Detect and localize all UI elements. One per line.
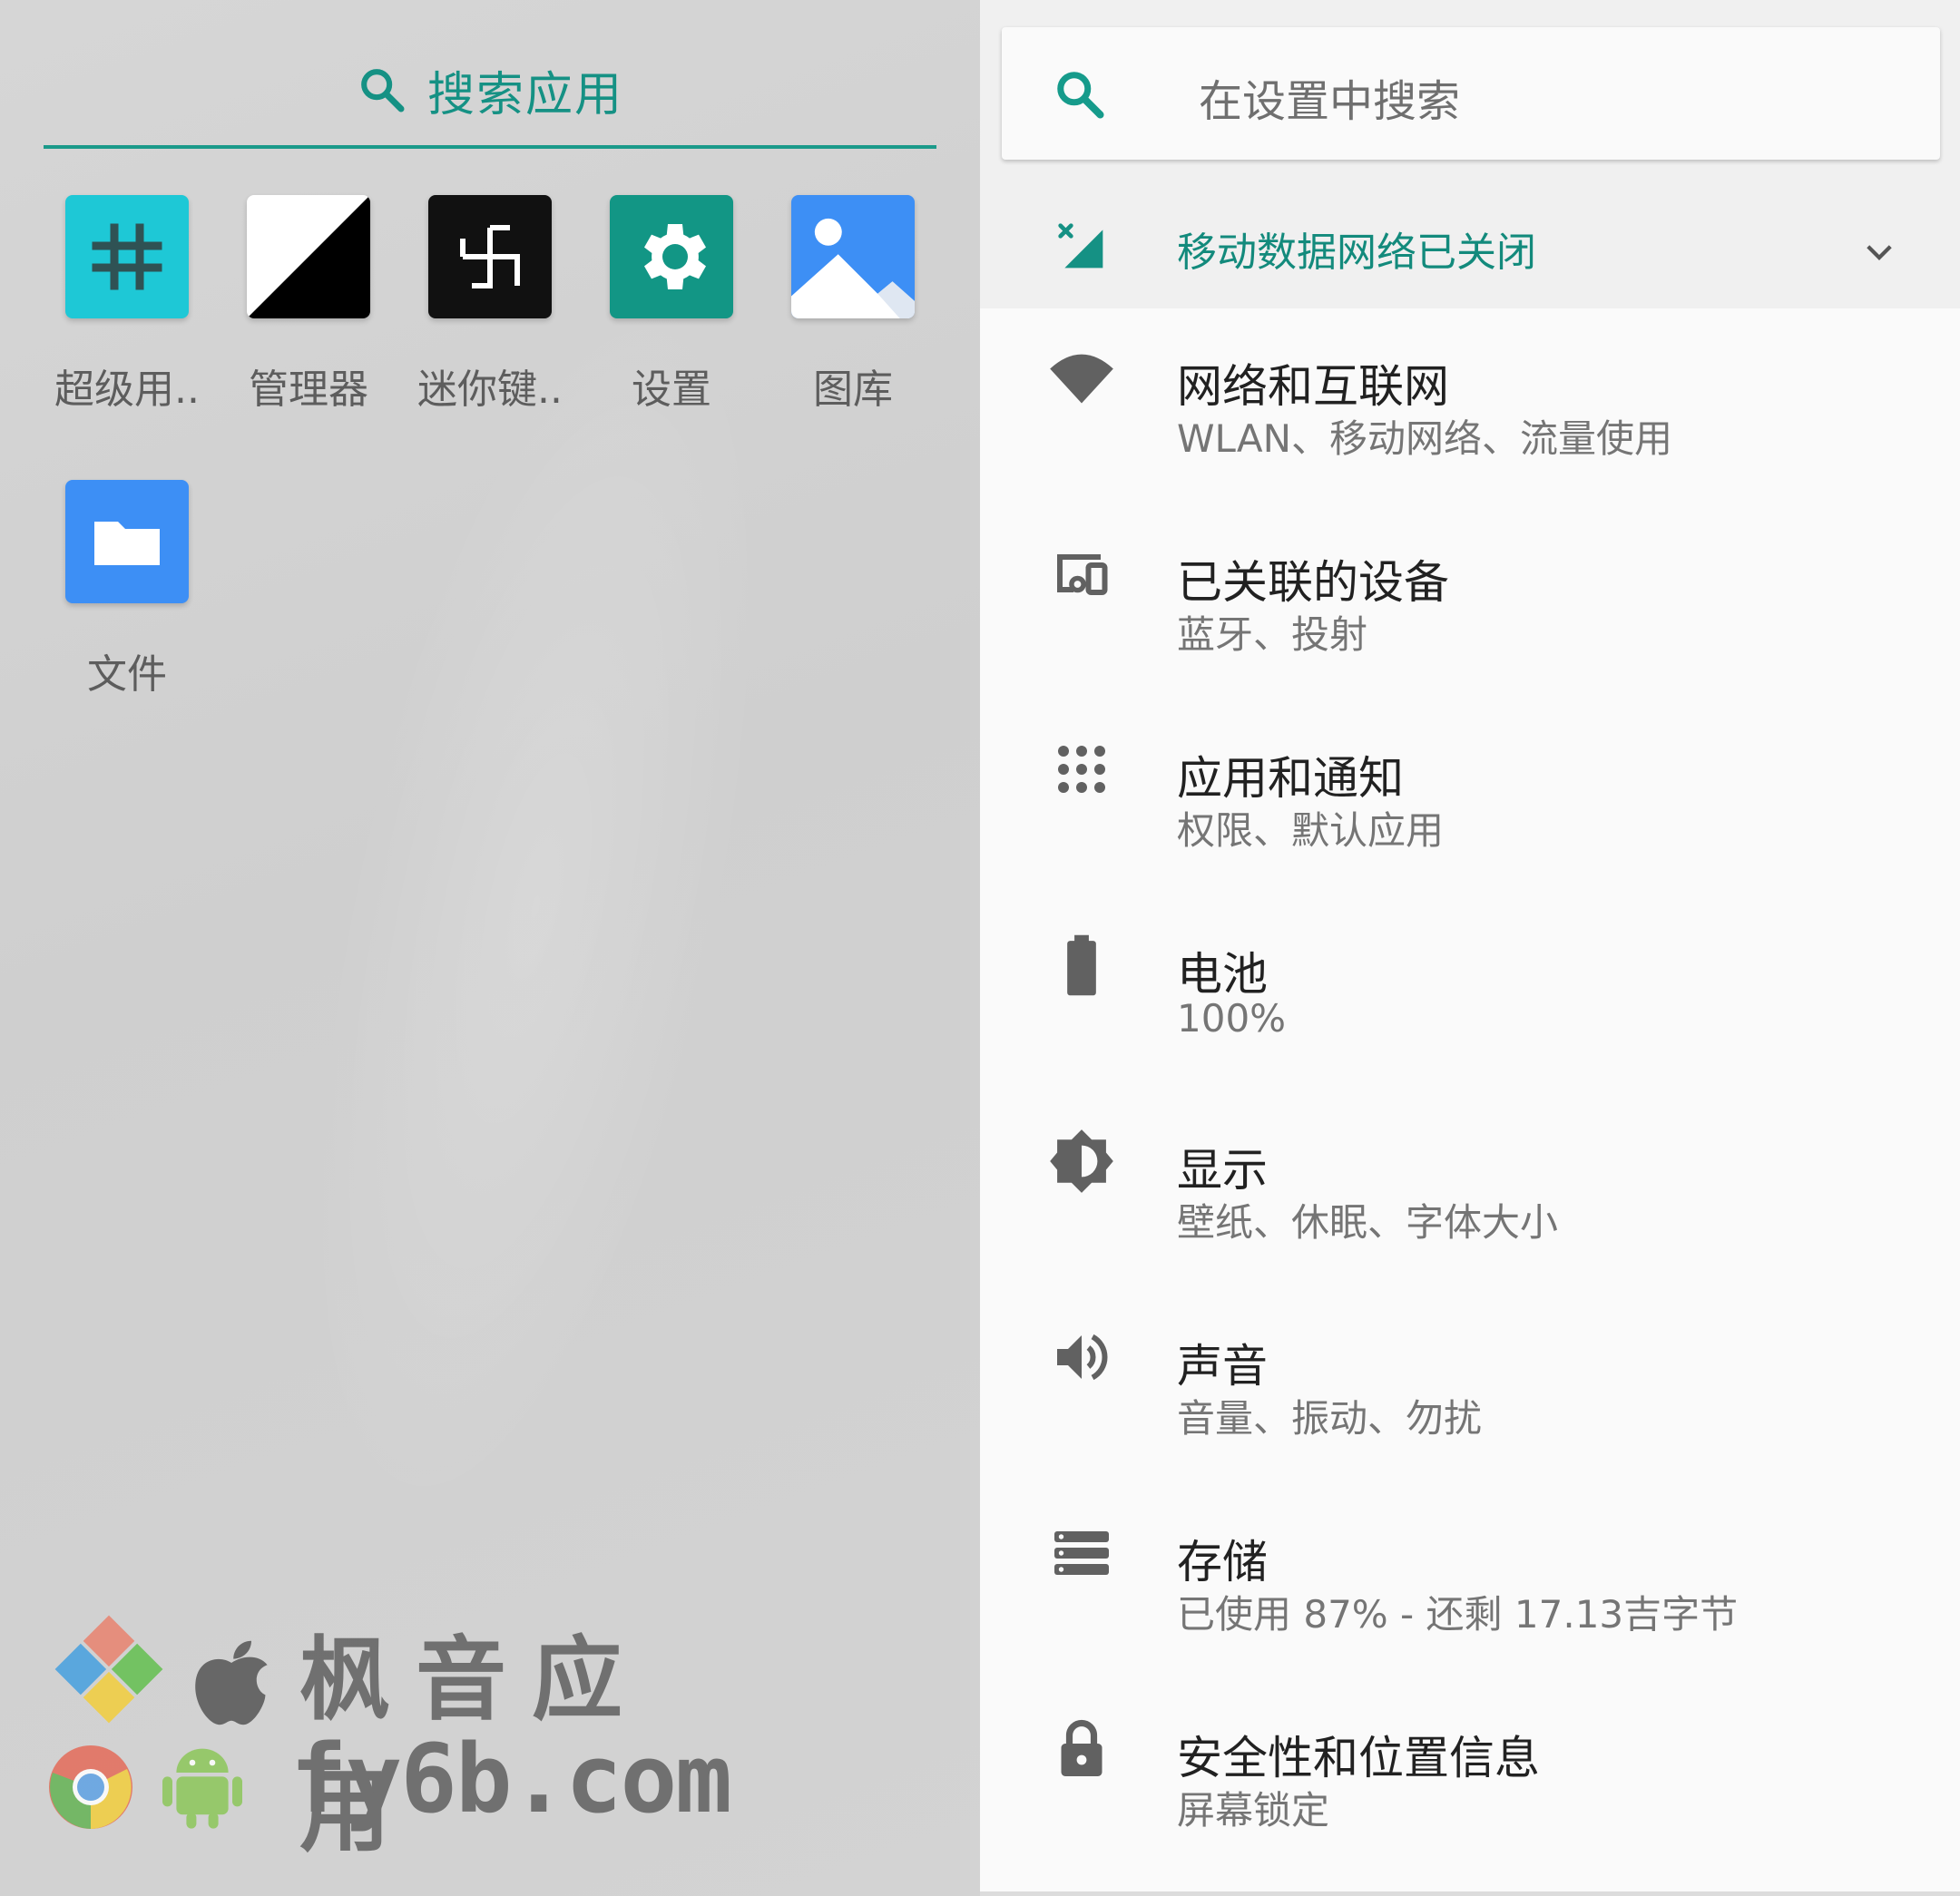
folder-icon [65, 480, 189, 603]
settings-item-subtitle: 权限、默认应用 [1177, 808, 1445, 853]
settings-item-network[interactable]: 网络和互联网 WLAN、移动网络、流量使用 [980, 307, 1960, 503]
settings-item-subtitle: 蓝牙、投射 [1177, 612, 1368, 657]
settings-item-display[interactable]: 显示 壁纸、休眠、字体大小 [980, 1090, 1960, 1286]
app-settings[interactable]: 设置 [581, 195, 762, 415]
settings-item-connected-devices[interactable]: 已关联的设备 蓝牙、投射 [980, 503, 1960, 699]
settings-item-subtitle: WLAN、移动网络、流量使用 [1177, 416, 1673, 461]
settings-item-battery[interactable]: 电池 100% [980, 894, 1960, 1090]
brightness-icon [1047, 1127, 1116, 1196]
settings-item-title: 显示 [1177, 1144, 1268, 1197]
app-label: 设置 [632, 366, 711, 413]
search-icon [1057, 72, 1104, 119]
android-logo-icon [162, 1748, 242, 1829]
app-super-user[interactable]: 超级用.. [36, 195, 218, 415]
settings-item-title: 已关联的设备 [1177, 556, 1449, 609]
settings-item-sound[interactable]: 声音 音量、振动、勿扰 [980, 1286, 1960, 1482]
settings-item-title: 应用和通知 [1177, 752, 1404, 805]
settings-search-placeholder: 在设置中搜索 [1199, 76, 1461, 127]
settings-item-title: 电池 [1177, 948, 1268, 1001]
settings-item-storage[interactable]: 存储 已使用 87% - 还剩 17.13吉字节 [980, 1482, 1960, 1678]
swirl-icon [428, 195, 552, 318]
battery-icon [1047, 931, 1116, 1000]
lock-icon [1047, 1715, 1116, 1784]
diagonal-split-icon [247, 195, 370, 318]
cellular-off-icon [1058, 223, 1103, 269]
chrome-logo-icon [49, 1745, 132, 1829]
app-search-label: 搜索应用 [426, 67, 623, 122]
settings-item-title: 声音 [1177, 1340, 1268, 1393]
settings-item-subtitle: 屏幕锁定 [1177, 1788, 1330, 1832]
mobile-data-off-condition[interactable]: 移动数据网络已关闭 [980, 191, 1960, 307]
settings-item-title: 安全性和位置信息 [1177, 1732, 1540, 1784]
wifi-icon [1047, 343, 1116, 412]
windows-logo-icon [54, 1615, 163, 1724]
bottom-divider [980, 1891, 1960, 1896]
settings-item-subtitle: 已使用 87% - 还剩 17.13吉字节 [1177, 1592, 1739, 1637]
settings-item-subtitle: 音量、振动、勿扰 [1177, 1396, 1483, 1441]
settings-item-apps[interactable]: 应用和通知 权限、默认应用 [980, 699, 1960, 894]
gear-icon [610, 195, 733, 318]
settings-item-subtitle: 壁纸、休眠、字体大小 [1177, 1200, 1559, 1245]
settings-item-subtitle: 100% [1177, 996, 1287, 1041]
settings-menu: 网络和互联网 WLAN、移动网络、流量使用 已关联的设备 蓝牙、投射 应用和通知… [980, 307, 1960, 1874]
settings-panel: 在设置中搜索 移动数据网络已关闭 网络和互联网 WLAN、移动网络、流量使用 已… [980, 0, 1960, 1896]
app-search-bar[interactable]: 搜索应用 [44, 34, 936, 149]
app-gallery[interactable]: 图库 [762, 195, 944, 415]
condition-text: 移动数据网络已关闭 [1177, 230, 1536, 276]
apps-icon [1047, 735, 1116, 804]
gallery-icon [791, 195, 915, 318]
settings-item-title: 网络和互联网 [1177, 360, 1449, 413]
search-icon [361, 69, 405, 112]
app-files[interactable]: 文件 [36, 480, 218, 699]
settings-item-title: 存储 [1177, 1536, 1268, 1588]
app-drawer: 搜索应用 超级用.. 管理器 迷你键.. 设置 图库 文件 枫音应用 fy6b.… [0, 0, 980, 1896]
settings-search-bar[interactable]: 在设置中搜索 [1002, 27, 1940, 160]
storage-icon [1047, 1519, 1116, 1588]
watermark: 枫音应用 fy6b.com [45, 1606, 735, 1864]
app-label: 文件 [87, 651, 167, 698]
settings-item-security[interactable]: 安全性和位置信息 屏幕锁定 [980, 1678, 1960, 1874]
app-manager[interactable]: 管理器 [218, 195, 399, 415]
apple-logo-icon [195, 1640, 268, 1725]
volume-icon [1047, 1323, 1116, 1392]
hash-icon [65, 195, 189, 318]
app-grid: 超级用.. 管理器 迷你键.. 设置 图库 文件 [36, 195, 944, 699]
app-label: 迷你键.. [417, 366, 563, 413]
app-label: 管理器 [249, 366, 368, 413]
app-mini-keyboard[interactable]: 迷你键.. [399, 195, 581, 415]
chevron-down-icon[interactable] [1860, 232, 1898, 270]
app-label: 超级用.. [54, 366, 200, 413]
app-label: 图库 [813, 366, 893, 413]
watermark-url: fy6b.com [290, 1724, 732, 1834]
devices-icon [1047, 539, 1116, 608]
